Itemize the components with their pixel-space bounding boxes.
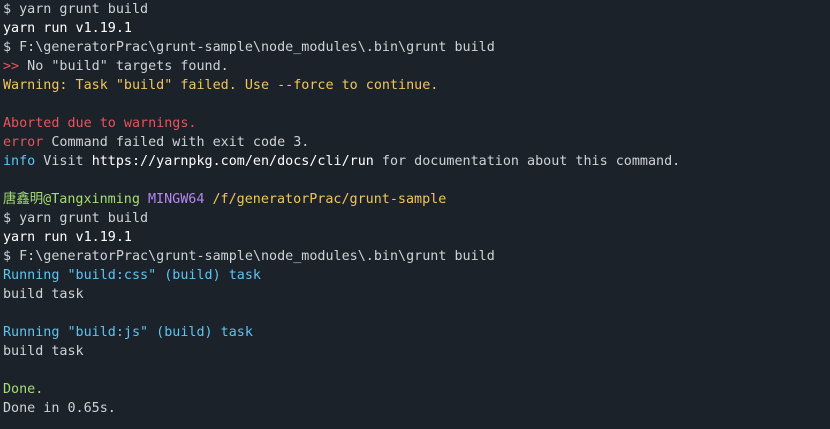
terminal-text: $ yarn grunt build: [3, 211, 149, 226]
terminal-text: $ yarn grunt build: [3, 2, 149, 17]
terminal-text: Warning: Task "build" failed. Use --forc…: [3, 78, 439, 93]
terminal-line: Done in 0.65s.: [3, 399, 830, 418]
terminal-text: MINGW64: [147, 192, 205, 207]
terminal-line: error Command failed with exit code 3.: [3, 133, 830, 152]
terminal-line: Aborted due to warnings.: [3, 114, 830, 133]
terminal-line: yarn run v1.19.1: [3, 228, 830, 247]
terminal-text: build task: [3, 287, 84, 302]
terminal-line: yarn run v1.19.1: [3, 19, 830, 38]
terminal-line: Running "build:css" (build) task: [3, 266, 830, 285]
terminal-line: >> No "build" targets found.: [3, 57, 830, 76]
terminal-text: info: [3, 154, 36, 169]
terminal-text: Visit: [35, 154, 92, 169]
terminal-text: Command failed with exit code 3.: [43, 135, 310, 150]
terminal-text: error: [3, 135, 44, 150]
terminal-text: build task: [3, 344, 84, 359]
terminal-line: $ F:\generatorPrac\grunt-sample\node_mod…: [3, 38, 830, 57]
terminal-output[interactable]: $ yarn grunt build yarn run v1.19.1 $ F:\g…: [0, 0, 830, 418]
terminal-line: 唐鑫明@Tangxinming MINGW64 /f/generatorPrac…: [3, 190, 830, 209]
terminal-line: $ F:\generatorPrac\grunt-sample\node_mod…: [3, 247, 830, 266]
terminal-line: Done.: [3, 380, 830, 399]
terminal-text: https://yarnpkg.com/en/docs/cli/run: [91, 154, 374, 169]
terminal-text: >>: [3, 59, 20, 74]
terminal-text: Aborted due to warnings.: [3, 116, 197, 131]
terminal-text: /f/generatorPrac/grunt-sample: [212, 192, 447, 207]
terminal-text: 唐鑫明@Tangxinming: [3, 192, 140, 207]
terminal-text: Running "build:css" (build) task: [3, 268, 261, 283]
terminal-line: Running "build:js" (build) task: [3, 323, 830, 342]
terminal-text: for documentation about this command.: [373, 154, 681, 169]
terminal-line: $ yarn grunt build: [3, 0, 830, 19]
terminal-text: $ F:\generatorPrac\grunt-sample\node_mod…: [3, 249, 495, 264]
terminal-line: $ yarn grunt build: [3, 209, 830, 228]
terminal-text: No "build" targets found.: [19, 59, 229, 74]
terminal-text: Done in 0.65s.: [3, 401, 116, 416]
terminal-text: Running "build:js" (build) task: [3, 325, 253, 340]
terminal-text: yarn run v1.19.1: [3, 21, 132, 36]
terminal-text: yarn run v1.19.1: [3, 230, 132, 245]
terminal-line: info Visit https://yarnpkg.com/en/docs/c…: [3, 152, 830, 171]
terminal-text: $ F:\generatorPrac\grunt-sample\node_mod…: [3, 40, 495, 55]
terminal-line: build task: [3, 342, 830, 361]
terminal-text: Done.: [3, 382, 44, 397]
terminal-line: build task: [3, 285, 830, 304]
terminal-line: Warning: Task "build" failed. Use --forc…: [3, 76, 830, 95]
